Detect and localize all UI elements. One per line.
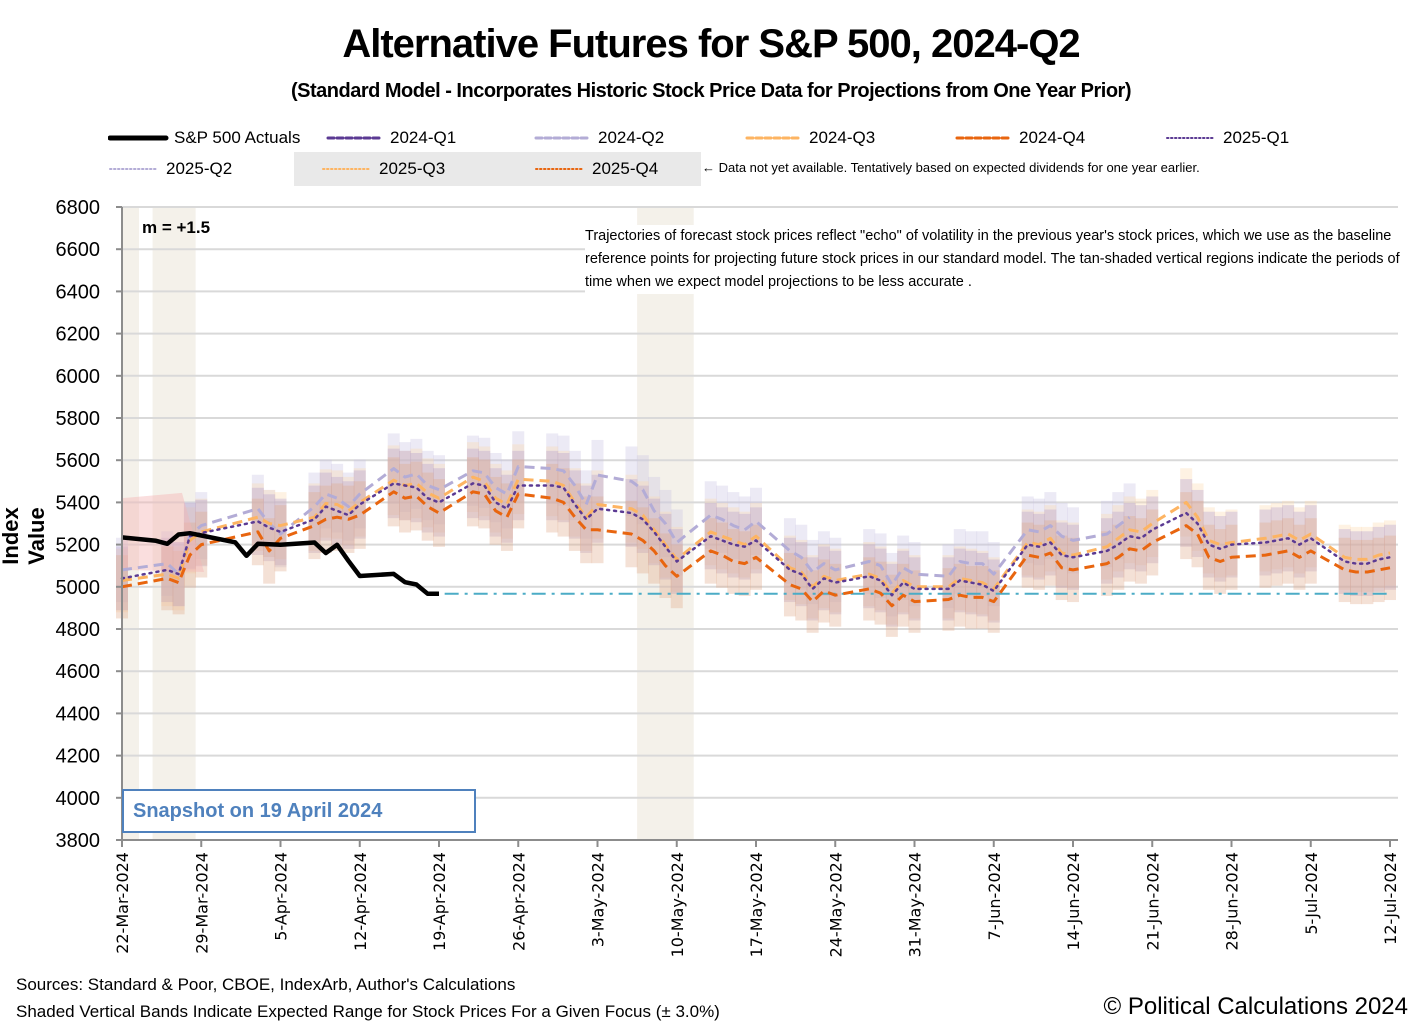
- legend-label: 2024-Q2: [598, 128, 665, 147]
- x-tick-label: 22-Mar-2024: [113, 852, 132, 954]
- legend-item: 2025-Q3: [321, 159, 445, 179]
- range-band: [500, 483, 513, 551]
- x-tick-label: 3-May-2024: [589, 852, 608, 947]
- range-band: [410, 461, 423, 531]
- x-tick-label: 24-May-2024: [826, 852, 845, 957]
- bands-note: Shaded Vertical Bands Indicate Expected …: [16, 1002, 720, 1021]
- legend-item: 2025-Q2: [108, 159, 232, 179]
- legend-label: 2024-Q3: [809, 128, 876, 147]
- y-tick-label: 4000: [56, 788, 101, 810]
- x-tick-label: 17-May-2024: [747, 852, 766, 957]
- legend-item: 2024-Q2: [534, 128, 664, 148]
- copyright: © Political Calculations 2024: [1103, 993, 1408, 1020]
- legend-label: 2025-Q3: [379, 159, 446, 178]
- x-tick-label: 19-Apr-2024: [430, 852, 449, 951]
- y-tick-label: 6200: [56, 324, 101, 346]
- x-tick-label: 5-Apr-2024: [272, 852, 291, 941]
- legend-swatch-icon: [326, 136, 384, 140]
- x-tick-labels: 22-Mar-2024 29-Mar-2024 5-Apr-2024 12-Apr-2…: [113, 852, 1400, 957]
- range-band: [353, 481, 366, 549]
- legend-swatch-icon: [955, 136, 1013, 140]
- x-tick-label: 12-Apr-2024: [351, 852, 370, 951]
- y-axis-label: Index Value: [0, 507, 49, 565]
- legend-label: S&P 500 Actuals: [174, 128, 301, 147]
- legend-swatch-icon: [745, 136, 803, 140]
- y-tick-label: 5200: [56, 535, 101, 557]
- range-band: [716, 522, 729, 588]
- y-tick-label: 4200: [56, 746, 101, 768]
- legend-swatch-icon: [535, 168, 585, 170]
- range-band: [1338, 537, 1351, 603]
- legend-swatch-icon: [534, 136, 592, 140]
- y-tick-labels: 3800 4000 4200 4400 4600 4800 5000 5200 5400 5600…: [56, 197, 101, 852]
- chart-title: Alternative Futures for S&P 500, 2024-Q2: [342, 22, 1080, 66]
- range-band: [1191, 500, 1204, 568]
- legend-item: 2025-Q4: [534, 159, 658, 179]
- chart-svg: 3800 4000 4200 4400 4600 4800 5000 5200 5400 5600…: [56, 197, 1401, 957]
- chart-subtitle: (Standard Model - Incorporates Historic …: [290, 80, 1132, 102]
- legend-item: 2024-Q3: [745, 128, 875, 148]
- legend-item: 2024-Q1: [326, 128, 456, 148]
- legend-label: 2025-Q2: [166, 159, 233, 178]
- legend-swatch-icon: [1166, 137, 1216, 139]
- m-value-label: m = +1.5: [142, 218, 211, 237]
- legend-label: 2024-Q1: [390, 128, 457, 147]
- range-band: [817, 559, 830, 623]
- y-tick-label: 5000: [56, 577, 101, 599]
- legend-swatch-icon: [109, 168, 159, 170]
- x-tick-label: 7-Jun-2024: [985, 852, 1004, 940]
- legend-item: S&P 500 Actuals: [108, 128, 300, 148]
- y-tick-label: 6400: [56, 281, 101, 303]
- legend-label: 2025-Q4: [592, 159, 659, 178]
- range-band: [580, 496, 593, 564]
- legend-swatch-icon: [108, 135, 169, 141]
- x-tick-label: 12-Jul-2024: [1381, 852, 1400, 945]
- x-tick-label: 31-May-2024: [906, 852, 925, 957]
- range-band: [806, 570, 819, 633]
- legend-item: 2024-Q4: [955, 128, 1085, 148]
- x-tick-label: 26-Apr-2024: [509, 852, 528, 951]
- y-tick-label: 4400: [56, 703, 101, 725]
- x-tick-label: 10-May-2024: [668, 852, 687, 957]
- snapshot-label: Snapshot on 19 April 2024: [122, 789, 476, 833]
- x-tick-label: 29-Mar-2024: [192, 852, 211, 954]
- legend-swatch-icon: [322, 168, 372, 170]
- annotation-text: Trajectories of forecast stock prices re…: [585, 225, 1405, 294]
- y-tick-label: 4800: [56, 619, 101, 641]
- legend-label: 2025-Q1: [1223, 128, 1290, 147]
- x-tick-label: 5-Jul-2024: [1302, 852, 1321, 935]
- x-tick-label: 28-Jun-2024: [1223, 852, 1242, 951]
- legend-item: 2025-Q1: [1165, 128, 1289, 148]
- legend-label: 2024-Q4: [1019, 128, 1086, 147]
- legend-note: ← Data not yet available. Tentatively ba…: [702, 160, 1200, 175]
- y-tick-label: 5800: [56, 408, 101, 430]
- sources-text: Sources: Standard & Poor, CBOE, IndexArb…: [16, 975, 516, 994]
- y-tick-label: 3800: [56, 830, 101, 852]
- x-tick-label: 14-Jun-2024: [1064, 852, 1083, 951]
- y-tick-label: 6800: [56, 197, 101, 219]
- y-tick-label: 5400: [56, 492, 101, 514]
- y-tick-label: 4600: [56, 661, 101, 683]
- y-tick-label: 6000: [56, 366, 101, 388]
- y-tick-label: 6600: [56, 239, 101, 261]
- x-tick-label: 21-Jun-2024: [1143, 852, 1162, 951]
- y-tick-label: 5600: [56, 450, 101, 472]
